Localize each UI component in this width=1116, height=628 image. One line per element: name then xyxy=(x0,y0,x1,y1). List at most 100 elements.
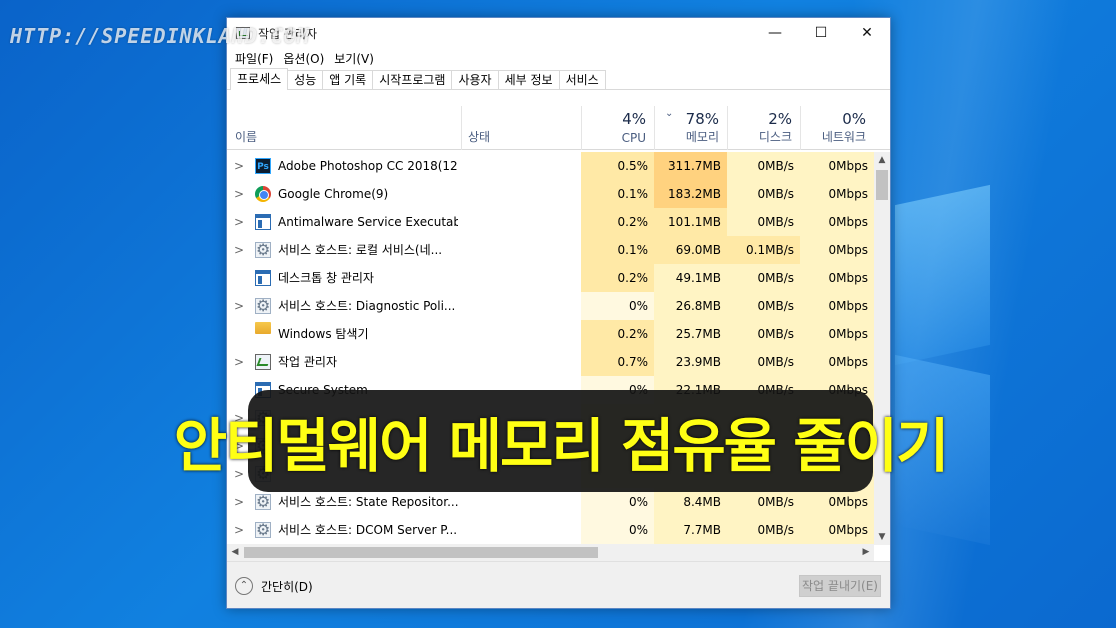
minimize-button[interactable]: — xyxy=(752,18,798,48)
column-cpu-label: CPU xyxy=(621,131,646,145)
table-row[interactable]: > Ps Adobe Photoshop CC 2018(12) 0.5% 311.7M… xyxy=(227,152,874,180)
scroll-up-icon[interactable]: ▲ xyxy=(874,152,890,168)
cpu-value: 0.2% xyxy=(581,264,654,292)
caption-overlay: 안티멀웨어 메모리 점유율 줄이기 xyxy=(174,390,949,492)
cpu-value: 0.2% xyxy=(581,320,654,348)
column-memory-label: 메모리 xyxy=(685,130,719,144)
expand-chevron-icon[interactable]: > xyxy=(232,348,246,376)
menu-options[interactable]: 옵션(O) xyxy=(281,50,332,67)
photoshop-icon: Ps xyxy=(255,158,271,174)
column-disk-label: 디스크 xyxy=(758,130,792,144)
network-value: 0Mbps xyxy=(800,320,874,348)
tab-services[interactable]: 서비스 xyxy=(558,70,606,89)
maximize-icon: ☐ xyxy=(814,25,828,41)
table-row[interactable]: > ⚙ 서비스 호스트: State Repositor... 0% 8.4MB 0MB/… xyxy=(227,488,874,516)
memory-value: 8.4MB xyxy=(654,488,727,516)
expand-chevron-icon[interactable]: > xyxy=(232,208,246,236)
vertical-scrollbar[interactable]: ▲ ▼ xyxy=(874,152,890,545)
tab-app-history[interactable]: 앱 기록 xyxy=(322,70,374,89)
sort-descending-icon: ⌄ xyxy=(665,108,674,119)
tab-details[interactable]: 세부 정보 xyxy=(497,70,560,89)
tab-startup[interactable]: 시작프로그램 xyxy=(372,70,453,89)
disk-value: 0MB/s xyxy=(727,292,800,320)
cpu-value: 0.2% xyxy=(581,208,654,236)
disk-value: 0MB/s xyxy=(727,152,800,180)
table-row[interactable]: > ⚙ 서비스 호스트: Diagnostic Poli... 0% 26.8MB 0MB… xyxy=(227,292,874,320)
table-row[interactable]: > 작업 관리자 0.7% 23.9MB 0MB/s 0Mbps xyxy=(227,348,874,376)
table-row[interactable]: > ⚙ 서비스 호스트: 로컬 서비스(네... 0.1% 69.0MB 0.1MB/s 0… xyxy=(227,236,874,264)
column-name-label: 이름 xyxy=(235,130,258,144)
cpu-value: 0.1% xyxy=(581,180,654,208)
fewer-details-button[interactable]: ⌃ 간단히(D) xyxy=(235,577,313,595)
network-value: 0Mbps xyxy=(800,488,874,516)
expand-chevron-icon[interactable]: > xyxy=(232,152,246,180)
column-header-cpu[interactable]: 4% CPU xyxy=(581,106,654,150)
menu-file[interactable]: 파일(F) xyxy=(233,50,281,67)
network-value: 0Mbps xyxy=(800,236,874,264)
task-manager-window: 작업 관리자 — ☐ ✕ 파일(F) 옵션(O) 보기(V) 프로세스 성능 앱… xyxy=(226,17,891,609)
folder-icon xyxy=(255,322,271,334)
expand-chevron-icon[interactable]: > xyxy=(232,292,246,320)
scroll-down-icon[interactable]: ▼ xyxy=(874,529,890,545)
process-name: Adobe Photoshop CC 2018(12) xyxy=(278,159,458,173)
table-row[interactable]: > ⚙ 서비스 호스트: DCOM Server P... 0% 7.7MB 0MB/s 0… xyxy=(227,516,874,544)
tab-bar: 프로세스 성능 앱 기록 시작프로그램 사용자 세부 정보 서비스 xyxy=(227,68,890,90)
process-name: Windows 탐색기 xyxy=(278,327,369,341)
footer-bar: ⌃ 간단히(D) 작업 끝내기(E) xyxy=(227,561,890,608)
disk-value: 0MB/s xyxy=(727,348,800,376)
process-name: Antimalware Service Executable xyxy=(278,215,458,229)
memory-value: 26.8MB xyxy=(654,292,727,320)
memory-value: 7.7MB xyxy=(654,516,727,544)
column-header-name[interactable]: 이름 xyxy=(227,106,461,150)
disk-value: 0MB/s xyxy=(727,488,800,516)
tab-performance[interactable]: 성능 xyxy=(287,70,324,89)
column-header-disk[interactable]: 2% 디스크 xyxy=(727,106,800,150)
scroll-left-icon[interactable]: ◀ xyxy=(227,544,243,561)
title-bar[interactable]: 작업 관리자 — ☐ ✕ xyxy=(227,18,890,48)
maximize-button[interactable]: ☐ xyxy=(798,18,844,48)
chevron-up-icon: ⌃ xyxy=(235,577,253,595)
cpu-value: 0% xyxy=(581,516,654,544)
expand-chevron-icon[interactable]: > xyxy=(232,236,246,264)
network-value: 0Mbps xyxy=(800,516,874,544)
tab-users[interactable]: 사용자 xyxy=(451,70,499,89)
column-header-status[interactable]: 상태 xyxy=(461,106,581,150)
close-button[interactable]: ✕ xyxy=(844,18,890,48)
tab-processes[interactable]: 프로세스 xyxy=(230,68,289,90)
cpu-value: 0.5% xyxy=(581,152,654,180)
network-total-percent: 0% xyxy=(842,110,866,128)
expand-chevron-icon[interactable] xyxy=(232,264,246,292)
memory-value: 101.1MB xyxy=(654,208,727,236)
horizontal-scroll-thumb[interactable] xyxy=(244,547,598,558)
expand-chevron-icon[interactable]: > xyxy=(232,180,246,208)
table-row[interactable]: > Google Chrome(9) 0.1% 183.2MB 0MB/s 0Mbps xyxy=(227,180,874,208)
memory-value: 49.1MB xyxy=(654,264,727,292)
expand-chevron-icon[interactable] xyxy=(232,320,246,348)
process-name: 데스크톱 창 관리자 xyxy=(278,271,374,285)
cpu-value: 0% xyxy=(581,292,654,320)
memory-value: 311.7MB xyxy=(654,152,727,180)
column-header-memory[interactable]: ⌄ 78% 메모리 xyxy=(654,106,727,150)
network-value: 0Mbps xyxy=(800,264,874,292)
end-task-button[interactable]: 작업 끝내기(E) xyxy=(799,575,881,597)
horizontal-scrollbar[interactable]: ◀ ▶ xyxy=(227,544,874,561)
window-icon xyxy=(255,214,271,230)
expand-chevron-icon[interactable]: > xyxy=(232,516,246,544)
process-name: 서비스 호스트: Diagnostic Poli... xyxy=(278,299,456,313)
windows-logo-pane-top xyxy=(895,184,990,366)
scroll-right-icon[interactable]: ▶ xyxy=(858,544,874,561)
vertical-scroll-thumb[interactable] xyxy=(876,170,888,200)
column-header-network[interactable]: 0% 네트워크 xyxy=(800,106,874,150)
close-icon: ✕ xyxy=(861,25,873,41)
network-value: 0Mbps xyxy=(800,292,874,320)
memory-value: 25.7MB xyxy=(654,320,727,348)
gear-icon: ⚙ xyxy=(255,492,271,511)
watermark-text: HTTP://SPEEDINKLAND.COM xyxy=(10,24,310,48)
table-row[interactable]: Windows 탐색기 0.2% 25.7MB 0MB/s 0Mbps xyxy=(227,320,874,348)
menu-view[interactable]: 보기(V) xyxy=(332,50,382,67)
table-row[interactable]: > Antimalware Service Executable 0.2% 101.1… xyxy=(227,208,874,236)
expand-chevron-icon[interactable]: > xyxy=(232,488,246,516)
window-icon xyxy=(255,270,271,286)
table-row[interactable]: 데스크톱 창 관리자 0.2% 49.1MB 0MB/s 0Mbps xyxy=(227,264,874,292)
memory-value: 183.2MB xyxy=(654,180,727,208)
